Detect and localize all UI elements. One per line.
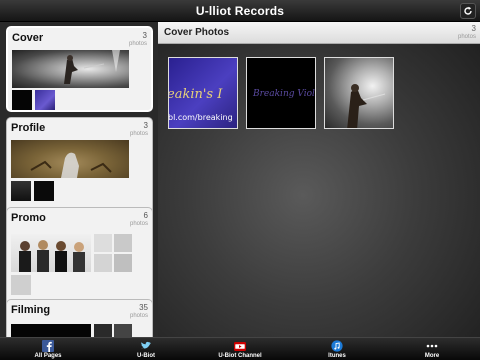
cover-photo-1[interactable]: eakin's I bl.com/breaking xyxy=(168,57,238,129)
album-cover-thumb-3 xyxy=(35,90,55,110)
refresh-icon xyxy=(464,6,472,15)
album-filming[interactable]: Filming 35 photos xyxy=(6,299,153,337)
music-note-icon xyxy=(331,340,344,352)
album-filming-thumb-2 xyxy=(94,324,112,337)
album-name: Promo xyxy=(11,212,46,224)
photo-subcaption: bl.com/breaking xyxy=(169,113,233,122)
album-name: Filming xyxy=(11,304,51,316)
tab-u-biot[interactable]: U-Biot xyxy=(126,338,166,360)
album-cover-main-thumb xyxy=(12,50,129,88)
album-count: 6 photos xyxy=(129,211,148,227)
tab-itunes[interactable]: Itunes xyxy=(317,338,357,360)
tab-label: Itunes xyxy=(328,353,346,359)
album-count: 3 photos xyxy=(129,121,148,137)
tab-label: All Pages xyxy=(34,353,62,359)
album-filming-main-thumb xyxy=(11,324,91,337)
album-profile-main-thumb xyxy=(11,140,129,178)
youtube-icon xyxy=(234,340,247,352)
facebook-icon xyxy=(42,340,55,352)
album-count: 3 photos xyxy=(128,31,147,47)
more-dots-icon xyxy=(426,340,439,352)
album-promo-thumb-2 xyxy=(94,234,112,252)
title-bar: U-lliot Records xyxy=(0,0,480,22)
bottom-tab-bar: All Pages U-Biot U-Biot Channel Itunes M… xyxy=(0,337,480,360)
album-promo-thumb-3 xyxy=(114,234,132,252)
album-promo-thumb-5 xyxy=(114,254,132,272)
gallery-title: Cover Photos xyxy=(164,27,230,38)
tab-label: U-Biot xyxy=(137,353,155,359)
app-title: U-lliot Records xyxy=(195,3,285,18)
cover-photo-3[interactable] xyxy=(324,57,394,129)
cover-photo-2[interactable]: Breaking Violet xyxy=(246,57,316,129)
photo-gallery: Cover Photos 3 photos eakin's I bl.com/b… xyxy=(158,22,480,337)
tab-u-biot-channel[interactable]: U-Biot Channel xyxy=(218,338,262,360)
refresh-button[interactable] xyxy=(460,3,476,19)
tab-more[interactable]: More xyxy=(412,338,452,360)
album-name: Profile xyxy=(11,122,46,134)
album-cover[interactable]: Cover 3 photos xyxy=(6,26,153,112)
tab-label: More xyxy=(424,353,440,359)
photo-caption: eakin's I xyxy=(169,87,223,102)
tab-label: U-Biot Channel xyxy=(218,353,262,359)
bird-icon xyxy=(140,340,153,352)
album-profile-thumb-2 xyxy=(11,181,31,201)
gallery-count: 3 photos xyxy=(457,24,476,41)
album-count: 35 photos xyxy=(129,303,148,319)
album-sidebar[interactable]: Cover 3 photos Profile 3 photos Promo 6 … xyxy=(0,22,158,337)
gallery-header: Cover Photos 3 photos xyxy=(158,22,480,44)
album-profile-thumb-3 xyxy=(34,181,54,201)
photo-caption: Breaking Violet xyxy=(252,89,316,99)
album-promo-main-thumb xyxy=(11,234,91,272)
album-name: Cover xyxy=(12,32,44,44)
album-cover-thumb-2 xyxy=(12,90,32,110)
album-promo-thumb-4 xyxy=(94,254,112,272)
album-promo-thumb-6 xyxy=(11,275,31,295)
album-filming-thumb-3 xyxy=(114,324,132,337)
tab-all-pages[interactable]: All Pages xyxy=(28,338,68,360)
